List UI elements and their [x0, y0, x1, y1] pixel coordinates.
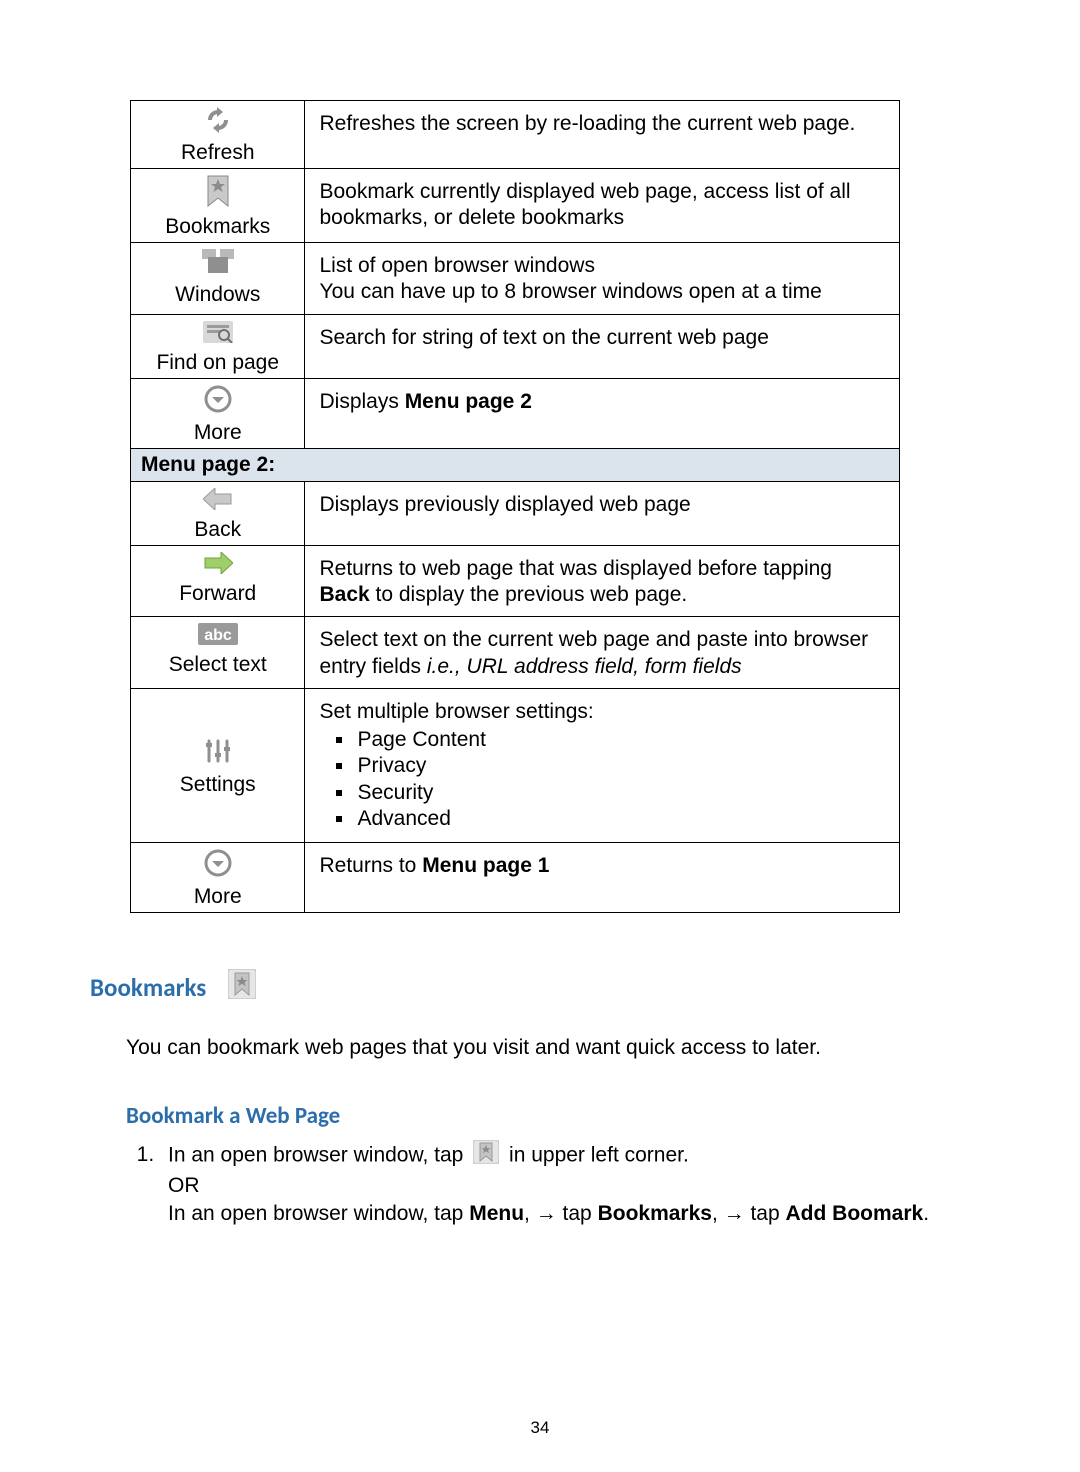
step1-or: OR [168, 1174, 200, 1197]
refresh-icon [135, 107, 300, 139]
windows-desc-line2: You can have up to 8 browser windows ope… [319, 280, 821, 303]
bookmark-ribbon-icon [135, 175, 300, 213]
selecttext-cell: abc Select text [131, 617, 305, 689]
more-desc-prefix: Displays [319, 390, 404, 413]
forward-desc: Returns to web page that was displayed b… [305, 545, 900, 617]
bookmarks-cell: Bookmarks [131, 169, 305, 243]
step1-l2i: . [923, 1202, 929, 1225]
bookmarks-heading: Bookmarks [90, 972, 206, 1003]
step1-l2c: , [524, 1202, 536, 1225]
step1-l2b: Menu [469, 1202, 524, 1225]
bookmarks-heading-row: Bookmarks [90, 969, 990, 1006]
settings-label: Settings [135, 773, 300, 796]
forward-desc-bold: Back [319, 583, 369, 606]
settings-item-3: Advanced [355, 806, 887, 832]
refresh-cell: Refresh [131, 101, 305, 169]
page-number: 34 [0, 1418, 1080, 1438]
back-label: Back [135, 518, 300, 541]
find-label: Find on page [135, 351, 300, 374]
more-icon [135, 385, 300, 419]
forward-cell: Forward [131, 545, 305, 617]
refresh-desc: Refreshes the screen by re-loading the c… [305, 101, 900, 169]
forward-desc-p2: to display the previous web page. [370, 583, 688, 606]
step1-l2f: , [712, 1202, 724, 1225]
menu-page-2-header: Menu page 2: [131, 448, 900, 481]
more-icon-2 [135, 849, 300, 883]
bookmarks-desc: Bookmark currently displayed web page, a… [305, 169, 900, 243]
settings-item-2: Security [355, 780, 887, 806]
more2-bold: Menu page 1 [422, 854, 549, 877]
settings-cell: Settings [131, 688, 305, 842]
back-desc: Displays previously displayed web page [305, 481, 900, 545]
find-on-page-icon [135, 321, 300, 349]
svg-text:abc: abc [204, 627, 232, 644]
windows-desc: List of open browser windows You can hav… [305, 243, 900, 315]
step1-pre: In an open browser window, tap [168, 1143, 469, 1166]
more2-cell: More [131, 843, 305, 913]
forward-desc-p1: Returns to web page that was displayed b… [319, 557, 832, 580]
browser-menu-table: Refresh Refreshes the screen by re-loadi… [130, 100, 900, 913]
settings-item-0: Page Content [355, 727, 887, 753]
selecttext-label: Select text [135, 653, 300, 676]
find-cell: Find on page [131, 314, 305, 378]
windows-label: Windows [135, 283, 300, 306]
selecttext-italic: i.e., URL address field, form fields [427, 655, 742, 678]
arrow-2: → [724, 1202, 745, 1225]
arrow-1: → [536, 1202, 557, 1225]
more-desc: Displays Menu page 2 [305, 378, 900, 448]
step1-l2a: In an open browser window, tap [168, 1202, 469, 1225]
selecttext-desc: Select text on the current web page and … [305, 617, 900, 689]
select-text-icon: abc [135, 623, 300, 651]
forward-arrow-icon [135, 552, 300, 580]
step1-l2g: tap [745, 1202, 786, 1225]
step1-l2e: Bookmarks [598, 1202, 712, 1225]
settings-sliders-icon [135, 737, 300, 771]
more-desc-bold: Menu page 2 [405, 390, 532, 413]
more2-prefix: Returns to [319, 854, 422, 877]
settings-list: Page Content Privacy Security Advanced [355, 727, 887, 832]
settings-lead: Set multiple browser settings: [319, 700, 593, 723]
step1-l2d: tap [557, 1202, 598, 1225]
more2-label: More [135, 885, 300, 908]
refresh-label: Refresh [135, 141, 300, 164]
bookmarks-paragraph: You can bookmark web pages that you visi… [126, 1034, 990, 1061]
forward-label: Forward [135, 582, 300, 605]
more2-desc: Returns to Menu page 1 [305, 843, 900, 913]
bookmark-webpage-heading: Bookmark a Web Page [126, 1102, 990, 1130]
step-1: In an open browser window, tap in upper … [160, 1140, 990, 1229]
find-desc: Search for string of text on the current… [305, 314, 900, 378]
step1-post: in upper left corner. [503, 1143, 689, 1166]
settings-item-1: Privacy [355, 753, 887, 779]
bookmark-steps: In an open browser window, tap in upper … [160, 1140, 990, 1229]
more-cell: More [131, 378, 305, 448]
bookmark-inline-icon [473, 1140, 499, 1172]
windows-cell: Windows [131, 243, 305, 315]
windows-icon [135, 249, 300, 281]
bookmark-heading-icon [228, 969, 256, 1006]
bookmarks-label: Bookmarks [135, 215, 300, 238]
settings-desc: Set multiple browser settings: Page Cont… [305, 688, 900, 842]
more-label: More [135, 421, 300, 444]
step1-l2h: Add Boomark [786, 1202, 924, 1225]
back-arrow-icon [135, 488, 300, 516]
windows-desc-line1: List of open browser windows [319, 254, 594, 277]
back-cell: Back [131, 481, 305, 545]
